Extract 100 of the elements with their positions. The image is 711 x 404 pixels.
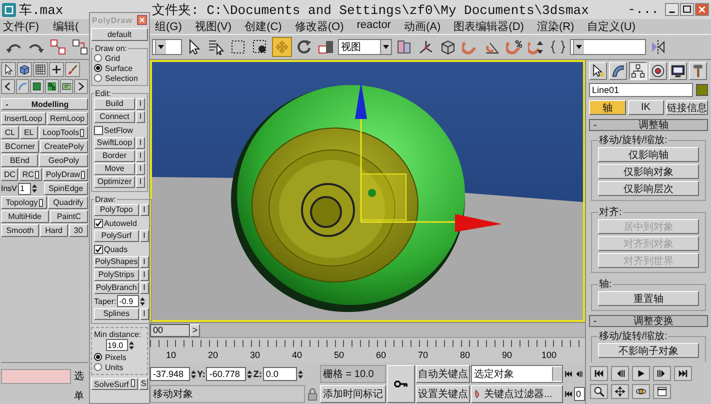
- key-filters-button[interactable]: 关键点过滤器...: [471, 385, 563, 403]
- option-button[interactable]: I: [140, 269, 149, 281]
- tool-button[interactable]: Border: [94, 150, 135, 162]
- color-swatch[interactable]: [696, 84, 708, 96]
- tool-button[interactable]: Quadrify: [48, 196, 88, 209]
- move-gizmo-drawing[interactable]: [355, 82, 502, 232]
- tool-button[interactable]: EL: [20, 126, 38, 139]
- tool-button[interactable]: Topology: [1, 196, 48, 209]
- next-frame-button[interactable]: >: [190, 324, 200, 336]
- tab[interactable]: 轴: [589, 100, 626, 115]
- rollout-header-button[interactable]: - Modelling: [1, 98, 88, 110]
- spinner-arrows-icon[interactable]: [298, 368, 303, 380]
- radio-button[interactable]: [94, 64, 102, 72]
- option-button[interactable]: I: [136, 163, 145, 175]
- tool-button[interactable]: RC: [19, 168, 42, 181]
- tool-button[interactable]: Hard: [40, 224, 68, 237]
- menu-item[interactable]: 组(G): [155, 19, 182, 34]
- dropdown[interactable]: 视图: [338, 39, 392, 55]
- percent-snap-icon[interactable]: [504, 37, 524, 57]
- menu-item[interactable]: 视图(V): [194, 19, 232, 34]
- menu-item[interactable]: 图表编辑器(D): [454, 19, 524, 34]
- zoom-icon[interactable]: [590, 384, 608, 399]
- orbit-icon[interactable]: [632, 384, 650, 399]
- previous-frame-icon[interactable]: [611, 366, 629, 381]
- radio-button[interactable]: [94, 54, 102, 62]
- tool-button[interactable]: SolveSurf: [91, 378, 138, 390]
- go-to-start-icon[interactable]: [564, 389, 573, 399]
- auto-key-button[interactable]: 自动关键点: [416, 365, 470, 383]
- option-button[interactable]: I: [140, 282, 149, 294]
- command-button[interactable]: 不影响子对象: [598, 343, 699, 358]
- chain-icon[interactable]: [45, 79, 59, 94]
- tool-button[interactable]: PolyShapes: [94, 256, 139, 268]
- tool-button[interactable]: BCorner: [1, 140, 40, 153]
- tool-button[interactable]: Build: [94, 98, 135, 110]
- x-coordinate-field[interactable]: -37.948: [150, 367, 190, 381]
- monitor-icon[interactable]: [669, 62, 687, 80]
- hammer-icon[interactable]: [689, 62, 707, 80]
- brush-icon[interactable]: [65, 62, 80, 77]
- command-button[interactable]: 仅影响轴: [598, 147, 699, 162]
- radio-button[interactable]: [94, 353, 102, 361]
- tool-button[interactable]: InsertLoop: [1, 112, 46, 125]
- spinner-field[interactable]: 19.0: [106, 339, 128, 351]
- option-button[interactable]: I: [136, 176, 145, 188]
- spinner-field[interactable]: 1: [18, 182, 32, 194]
- preset-button[interactable]: default: [91, 28, 148, 41]
- tool-button[interactable]: GeoPoly: [39, 154, 88, 167]
- maximize-icon[interactable]: [653, 384, 671, 399]
- object-name-field[interactable]: Line01: [589, 83, 693, 97]
- cursor-icon[interactable]: [1, 62, 16, 77]
- set-key-mode-button[interactable]: 设置关键点: [416, 385, 470, 403]
- tool-button[interactable]: PolyTopo: [94, 204, 139, 216]
- panel-icon[interactable]: [60, 79, 74, 94]
- option-button[interactable]: I: [136, 111, 145, 123]
- lock-icon[interactable]: [306, 388, 319, 400]
- tool-button[interactable]: PaintC: [50, 210, 88, 223]
- maximize-icon[interactable]: [680, 3, 694, 16]
- script-input-field[interactable]: [1, 369, 71, 384]
- tool-button[interactable]: SwiftLoop: [94, 137, 135, 149]
- tool-button[interactable]: PolyStrips: [94, 269, 139, 281]
- menu-item[interactable]: reactor: [356, 19, 391, 34]
- option-button[interactable]: I: [140, 204, 149, 216]
- checkbox[interactable]: [94, 218, 103, 228]
- spinner-field[interactable]: -0.9: [117, 295, 140, 307]
- time-tag-button[interactable]: 添加时间标记: [320, 385, 386, 403]
- plus-icon[interactable]: [49, 62, 64, 77]
- menu-item[interactable]: 渲染(R): [536, 19, 574, 34]
- spinner-arrows-icon[interactable]: [191, 368, 196, 380]
- tool-button[interactable]: PolySurf: [94, 230, 139, 242]
- square-icon[interactable]: [30, 79, 44, 94]
- curved-ribbon-icon[interactable]: [609, 62, 627, 80]
- tool-button[interactable]: RemLoop: [46, 112, 88, 125]
- previous-frame-icon[interactable]: [574, 369, 583, 379]
- rollout-header-button[interactable]: - 调整变换: [589, 315, 708, 327]
- minimize-icon[interactable]: [665, 3, 679, 16]
- play-icon[interactable]: [632, 366, 650, 381]
- rollout-header-button[interactable]: - 调整轴: [589, 119, 708, 131]
- checkbox[interactable]: [94, 126, 103, 134]
- spinner-arrows-icon[interactable]: [247, 368, 252, 380]
- dropdown[interactable]: [152, 39, 182, 55]
- tab[interactable]: IK: [628, 100, 664, 115]
- grid-icon[interactable]: [33, 62, 48, 77]
- option-button[interactable]: I: [140, 256, 149, 268]
- menu-item[interactable]: 动画(A): [404, 19, 441, 34]
- checkbox[interactable]: [94, 244, 103, 254]
- spinner-arrows-icon[interactable]: [140, 296, 146, 306]
- z-coordinate-field[interactable]: 0.0: [262, 367, 297, 381]
- unlink-icon[interactable]: [70, 37, 90, 57]
- tool-button[interactable]: CreatePoly: [40, 140, 88, 153]
- spinner-arrows-icon[interactable]: [128, 340, 134, 350]
- frame-field[interactable]: 0: [574, 387, 585, 401]
- option-button[interactable]: S: [139, 378, 148, 390]
- time-slider-thumb[interactable]: 00: [150, 324, 190, 336]
- command-button[interactable]: 重置轴: [598, 291, 699, 306]
- y-coordinate-field[interactable]: -60.778: [206, 367, 246, 381]
- hierarchy-icon[interactable]: [629, 62, 647, 80]
- tool-button[interactable]: Connect: [94, 111, 135, 123]
- option-button[interactable]: I: [136, 137, 145, 149]
- close-icon[interactable]: [137, 15, 147, 25]
- option-button[interactable]: I: [140, 308, 149, 320]
- menu-item[interactable]: 文件(F): [3, 19, 40, 34]
